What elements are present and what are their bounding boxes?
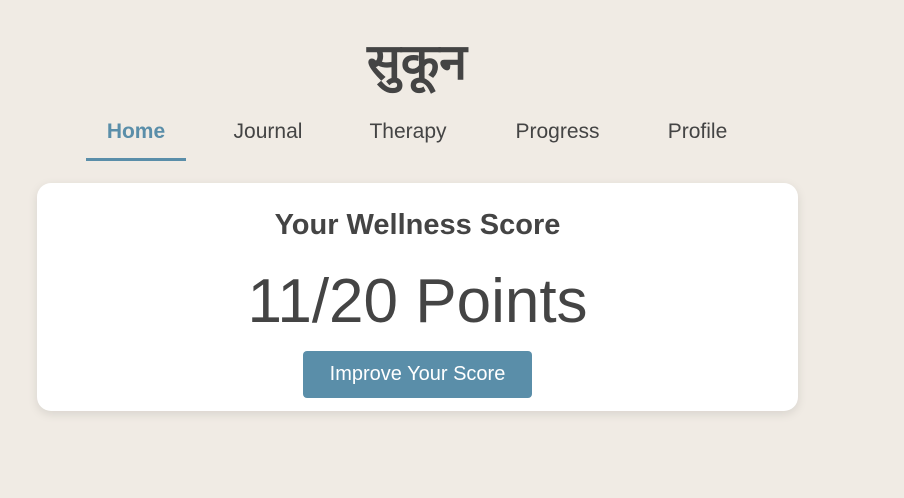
tab-profile[interactable]: Profile [650,108,745,158]
main-nav: Home Journal Therapy Progress Profile [0,108,834,164]
tab-journal[interactable]: Journal [218,108,318,158]
tab-progress[interactable]: Progress [500,108,615,158]
wellness-score-value: 11/20 Points [247,267,588,336]
wellness-score-title: Your Wellness Score [274,209,561,241]
tab-therapy[interactable]: Therapy [355,108,461,158]
tab-home[interactable]: Home [86,108,186,161]
improve-score-button[interactable]: Improve Your Score [303,351,532,398]
app-title: सुकून [367,33,467,91]
wellness-score-card: Your Wellness Score 11/20 Points Improve… [37,183,798,411]
